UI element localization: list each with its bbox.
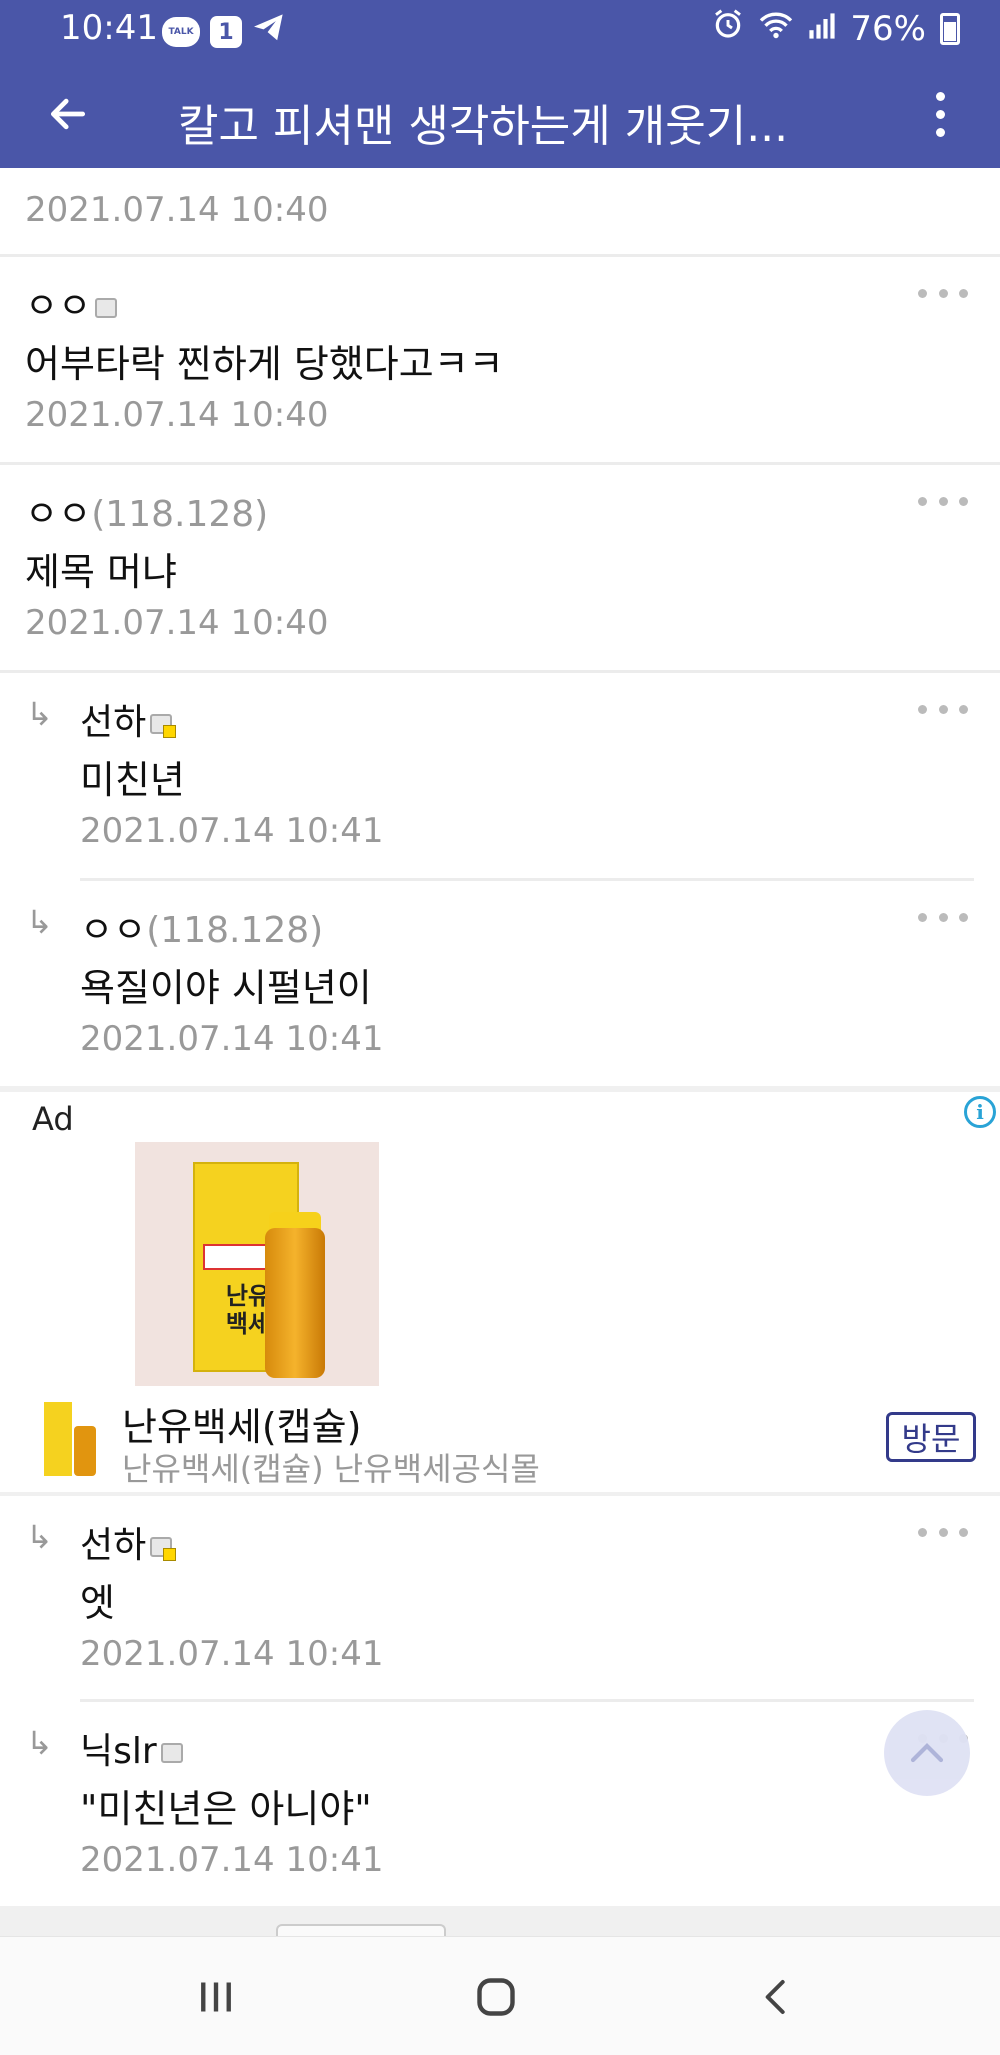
comment-text: 엣 (80, 1581, 115, 1625)
comment-date: 2021.07.14 10:41 (80, 811, 384, 851)
comment-author[interactable]: ㅇㅇ (25, 277, 118, 329)
ad-banner[interactable]: Ad i 난유 백세 난유백세(캡슐) 난유백세(캡슐) 난유백세공식몰 방문 (0, 1086, 1000, 1488)
reply-item: ↳ 닉slr "미친년은 아니야" 2021.07.14 10:41 (0, 1702, 1000, 1909)
member-badge-icon (160, 1743, 183, 1763)
nav-back-button[interactable] (746, 1967, 806, 2027)
page-title: 칼고 피셔맨 생각하는게 개웃기... (178, 101, 789, 152)
home-icon (477, 1978, 515, 2016)
more-vertical-icon (935, 91, 945, 101)
comment-author[interactable]: 선하 (80, 1516, 177, 1568)
app-bar: 10:41 TALK 1 76% 칼고 피셔맨 생각하는게 개웃기... (0, 0, 1000, 168)
back-button[interactable] (38, 84, 98, 144)
comment-date: 2021.07.14 10:41 (80, 1019, 384, 1059)
member-badge-icon (150, 1537, 177, 1561)
comment-menu-button[interactable] (918, 703, 968, 715)
comment-date: 2021.07.14 10:40 (25, 190, 329, 230)
comment-item: ㅇㅇ(118.128) 제목 머냐 2021.07.14 10:40 (0, 465, 1000, 672)
comment-text: 욕질이야 시펄년이 (80, 966, 372, 1010)
status-time: 10:41 (60, 8, 158, 48)
comment-date: 2021.07.14 10:40 (25, 603, 329, 643)
reply-arrow-icon: ↳ (26, 903, 53, 941)
reply-arrow-icon: ↳ (26, 695, 53, 733)
comment-author[interactable]: 선하 (80, 693, 177, 745)
reply-item: ↳ ㅇㅇ(118.128) 욕질이야 시펄년이 2021.07.14 10:41 (0, 881, 1000, 1088)
notification-count-icon: 1 (210, 16, 242, 48)
comment-date: 2021.07.14 10:41 (80, 1634, 384, 1674)
member-badge-icon (150, 714, 177, 738)
recent-apps-icon (201, 1982, 231, 2012)
comment-text: "미친년은 아니야" (80, 1787, 372, 1831)
arrow-left-icon (50, 98, 86, 130)
home-button[interactable] (466, 1967, 526, 2027)
comment-menu-button[interactable] (918, 1526, 968, 1538)
ad-thumbnail[interactable] (40, 1400, 98, 1480)
comment-text: 어부타락 찐하게 당했다고ㅋㅋ (25, 342, 504, 386)
kakaotalk-icon: TALK (162, 17, 200, 47)
recent-apps-button[interactable] (186, 1967, 246, 2027)
comment-ip: (118.128) (91, 494, 269, 535)
ad-label: Ad (32, 1100, 74, 1138)
battery-icon (940, 12, 960, 45)
ad-product-image[interactable]: 난유 백세 (135, 1142, 379, 1386)
reply-arrow-icon: ↳ (26, 1518, 53, 1556)
toolbar: 칼고 피셔맨 생각하는게 개웃기... (0, 62, 1000, 168)
status-bar: 10:41 TALK 1 76% (0, 0, 1000, 62)
comment-menu-button[interactable] (918, 495, 968, 507)
telegram-icon (252, 12, 286, 52)
comment-menu-button[interactable] (918, 911, 968, 923)
comment-date: 2021.07.14 10:41 (80, 1840, 384, 1880)
notification-icons: TALK 1 (162, 12, 286, 52)
comment-item: 2021.07.14 10:40 (0, 168, 1000, 254)
reply-item: ↳ 선하 미친년 2021.07.14 10:41 (0, 673, 1000, 880)
comment-list[interactable]: 2021.07.14 10:40 ㅇㅇ 어부타락 찐하게 당했다고ㅋㅋ 2021… (0, 168, 1000, 1936)
reply-arrow-icon: ↳ (26, 1724, 53, 1762)
comment-item: ㅇㅇ 어부타락 찐하게 당했다고ㅋㅋ 2021.07.14 10:40 (0, 257, 1000, 464)
comment-ip: (118.128) (146, 910, 324, 951)
comment-author[interactable]: ㅇㅇ(118.128) (80, 901, 323, 953)
ad-visit-button[interactable]: 방문 (886, 1412, 976, 1462)
reply-item: ↳ 선하 엣 2021.07.14 10:41 (0, 1492, 1000, 1699)
comment-footer (0, 1906, 1000, 1936)
signal-icon (808, 9, 836, 49)
product-bottle (265, 1228, 325, 1378)
member-badge-icon (95, 298, 118, 318)
comment-menu-button[interactable] (918, 287, 968, 299)
comment-date: 2021.07.14 10:40 (25, 395, 329, 435)
comment-author[interactable]: ㅇㅇ(118.128) (25, 485, 268, 537)
ad-subtitle: 난유백세(캡슐) 난유백세공식몰 (122, 1450, 540, 1488)
wifi-icon (758, 9, 794, 49)
system-nav-bar (0, 1936, 1000, 2055)
scroll-to-top-button[interactable] (884, 1710, 970, 1796)
ad-title[interactable]: 난유백세(캡슐) (122, 1396, 361, 1451)
battery-percent: 76% (850, 8, 926, 49)
nav-back-icon (765, 1980, 785, 2014)
comment-text: 미친년 (80, 758, 185, 802)
comment-text: 제목 머냐 (25, 550, 177, 594)
alarm-icon (712, 8, 744, 49)
more-options-button[interactable] (916, 84, 964, 144)
ad-info-icon[interactable]: i (964, 1096, 996, 1128)
comment-author[interactable]: 닉slr (80, 1722, 183, 1774)
chevron-up-icon (910, 1743, 944, 1763)
system-status-icons: 76% (712, 8, 960, 49)
